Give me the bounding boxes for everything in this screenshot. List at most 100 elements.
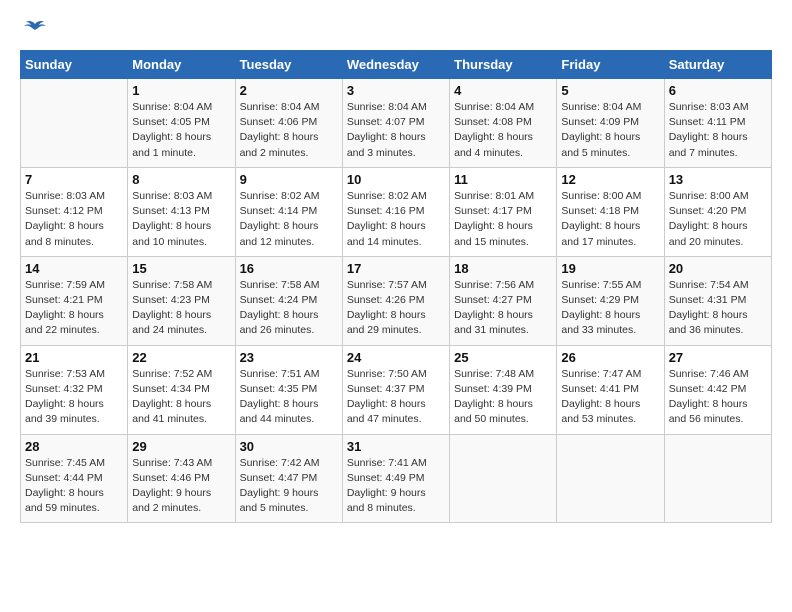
calendar-table: SundayMondayTuesdayWednesdayThursdayFrid… — [20, 50, 772, 523]
calendar-week-1: 1 Sunrise: 8:04 AM Sunset: 4:05 PM Daylig… — [21, 79, 772, 168]
day-number: 4 — [454, 83, 552, 98]
calendar-cell: 26Sunrise: 7:47 AM Sunset: 4:41 PM Dayli… — [557, 345, 664, 434]
calendar-cell: 8 Sunrise: 8:03 AM Sunset: 4:13 PM Daylig… — [128, 167, 235, 256]
day-info: Sunrise: 7:55 AM Sunset: 4:29 PM Dayligh… — [561, 278, 659, 339]
day-info: Sunrise: 7:43 AM Sunset: 4:46 PM Dayligh… — [132, 456, 230, 517]
day-info: Sunrise: 8:00 AM Sunset: 4:18 PM Dayligh… — [561, 189, 659, 250]
calendar-week-2: 7Sunrise: 8:03 AM Sunset: 4:12 PM Daylig… — [21, 167, 772, 256]
header-day-sunday: Sunday — [21, 51, 128, 79]
day-number: 9 — [240, 172, 338, 187]
day-number: 17 — [347, 261, 445, 276]
day-number: 16 — [240, 261, 338, 276]
day-info: Sunrise: 8:00 AM Sunset: 4:20 PM Dayligh… — [669, 189, 767, 250]
calendar-body: 1 Sunrise: 8:04 AM Sunset: 4:05 PM Daylig… — [21, 79, 772, 523]
calendar-cell: 18Sunrise: 7:56 AM Sunset: 4:27 PM Dayli… — [450, 256, 557, 345]
calendar-cell: 14 Sunrise: 7:59 AM Sunset: 4:21 PM Dayli… — [21, 256, 128, 345]
calendar-cell: 12Sunrise: 8:00 AM Sunset: 4:18 PM Dayli… — [557, 167, 664, 256]
day-info: Sunrise: 8:04 AM Sunset: 4:06 PM Dayligh… — [240, 100, 338, 161]
day-info: Sunrise: 7:50 AM Sunset: 4:37 PM Dayligh… — [347, 367, 445, 428]
day-info: Sunrise: 8:04 AM Sunset: 4:08 PM Dayligh… — [454, 100, 552, 161]
day-info: Sunrise: 7:57 AM Sunset: 4:26 PM Dayligh… — [347, 278, 445, 339]
calendar-cell: 27Sunrise: 7:46 AM Sunset: 4:42 PM Dayli… — [664, 345, 771, 434]
calendar-cell: 13 Sunrise: 8:00 AM Sunset: 4:20 PM Dayli… — [664, 167, 771, 256]
calendar-cell: 15 Sunrise: 7:58 AM Sunset: 4:23 PM Dayli… — [128, 256, 235, 345]
day-info: Sunrise: 7:51 AM Sunset: 4:35 PM Dayligh… — [240, 367, 338, 428]
calendar-cell: 6 Sunrise: 8:03 AM Sunset: 4:11 PM Daylig… — [664, 79, 771, 168]
calendar-cell: 30Sunrise: 7:42 AM Sunset: 4:47 PM Dayli… — [235, 434, 342, 523]
calendar-cell: 7Sunrise: 8:03 AM Sunset: 4:12 PM Daylig… — [21, 167, 128, 256]
day-info: Sunrise: 7:59 AM Sunset: 4:21 PM Dayligh… — [25, 278, 123, 339]
calendar-week-5: 28 Sunrise: 7:45 AM Sunset: 4:44 PM Dayli… — [21, 434, 772, 523]
day-info: Sunrise: 7:54 AM Sunset: 4:31 PM Dayligh… — [669, 278, 767, 339]
day-info: Sunrise: 8:01 AM Sunset: 4:17 PM Dayligh… — [454, 189, 552, 250]
day-number: 27 — [669, 350, 767, 365]
calendar-cell — [557, 434, 664, 523]
day-info: Sunrise: 8:04 AM Sunset: 4:09 PM Dayligh… — [561, 100, 659, 161]
calendar-cell: 17 Sunrise: 7:57 AM Sunset: 4:26 PM Dayli… — [342, 256, 449, 345]
day-info: Sunrise: 7:52 AM Sunset: 4:34 PM Dayligh… — [132, 367, 230, 428]
calendar-cell: 11 Sunrise: 8:01 AM Sunset: 4:17 PM Dayli… — [450, 167, 557, 256]
calendar-cell: 2 Sunrise: 8:04 AM Sunset: 4:06 PM Daylig… — [235, 79, 342, 168]
day-info: Sunrise: 8:04 AM Sunset: 4:05 PM Dayligh… — [132, 100, 230, 161]
header-row: SundayMondayTuesdayWednesdayThursdayFrid… — [21, 51, 772, 79]
day-info: Sunrise: 7:48 AM Sunset: 4:39 PM Dayligh… — [454, 367, 552, 428]
calendar-cell — [450, 434, 557, 523]
calendar-cell: 19Sunrise: 7:55 AM Sunset: 4:29 PM Dayli… — [557, 256, 664, 345]
day-number: 13 — [669, 172, 767, 187]
day-info: Sunrise: 7:41 AM Sunset: 4:49 PM Dayligh… — [347, 456, 445, 517]
day-number: 10 — [347, 172, 445, 187]
day-info: Sunrise: 7:53 AM Sunset: 4:32 PM Dayligh… — [25, 367, 123, 428]
day-info: Sunrise: 8:03 AM Sunset: 4:12 PM Dayligh… — [25, 189, 123, 250]
day-number: 6 — [669, 83, 767, 98]
calendar-cell: 9 Sunrise: 8:02 AM Sunset: 4:14 PM Daylig… — [235, 167, 342, 256]
calendar-cell: 20 Sunrise: 7:54 AM Sunset: 4:31 PM Dayli… — [664, 256, 771, 345]
page-header — [20, 20, 772, 34]
calendar-cell: 21 Sunrise: 7:53 AM Sunset: 4:32 PM Dayli… — [21, 345, 128, 434]
calendar-cell — [664, 434, 771, 523]
calendar-cell: 22Sunrise: 7:52 AM Sunset: 4:34 PM Dayli… — [128, 345, 235, 434]
header-day-saturday: Saturday — [664, 51, 771, 79]
calendar-cell: 16Sunrise: 7:58 AM Sunset: 4:24 PM Dayli… — [235, 256, 342, 345]
day-number: 25 — [454, 350, 552, 365]
day-number: 2 — [240, 83, 338, 98]
day-info: Sunrise: 8:03 AM Sunset: 4:11 PM Dayligh… — [669, 100, 767, 161]
calendar-cell: 4 Sunrise: 8:04 AM Sunset: 4:08 PM Daylig… — [450, 79, 557, 168]
logo — [20, 20, 46, 34]
calendar-cell: 5 Sunrise: 8:04 AM Sunset: 4:09 PM Daylig… — [557, 79, 664, 168]
day-info: Sunrise: 7:56 AM Sunset: 4:27 PM Dayligh… — [454, 278, 552, 339]
logo-bird-icon — [24, 20, 46, 38]
day-number: 15 — [132, 261, 230, 276]
header-day-friday: Friday — [557, 51, 664, 79]
calendar-cell: 28 Sunrise: 7:45 AM Sunset: 4:44 PM Dayli… — [21, 434, 128, 523]
day-number: 31 — [347, 439, 445, 454]
day-number: 1 — [132, 83, 230, 98]
header-day-monday: Monday — [128, 51, 235, 79]
day-info: Sunrise: 7:47 AM Sunset: 4:41 PM Dayligh… — [561, 367, 659, 428]
day-number: 29 — [132, 439, 230, 454]
day-info: Sunrise: 8:02 AM Sunset: 4:14 PM Dayligh… — [240, 189, 338, 250]
calendar-week-3: 14 Sunrise: 7:59 AM Sunset: 4:21 PM Dayli… — [21, 256, 772, 345]
header-day-thursday: Thursday — [450, 51, 557, 79]
day-info: Sunrise: 7:42 AM Sunset: 4:47 PM Dayligh… — [240, 456, 338, 517]
day-number: 3 — [347, 83, 445, 98]
day-number: 23 — [240, 350, 338, 365]
day-number: 5 — [561, 83, 659, 98]
logo-text — [20, 20, 46, 38]
day-info: Sunrise: 8:04 AM Sunset: 4:07 PM Dayligh… — [347, 100, 445, 161]
day-number: 24 — [347, 350, 445, 365]
calendar-cell: 24 Sunrise: 7:50 AM Sunset: 4:37 PM Dayli… — [342, 345, 449, 434]
calendar-cell — [21, 79, 128, 168]
day-info: Sunrise: 7:45 AM Sunset: 4:44 PM Dayligh… — [25, 456, 123, 517]
calendar-cell: 1 Sunrise: 8:04 AM Sunset: 4:05 PM Daylig… — [128, 79, 235, 168]
calendar-cell: 3 Sunrise: 8:04 AM Sunset: 4:07 PM Daylig… — [342, 79, 449, 168]
day-number: 11 — [454, 172, 552, 187]
calendar-cell: 23 Sunrise: 7:51 AM Sunset: 4:35 PM Dayli… — [235, 345, 342, 434]
day-number: 8 — [132, 172, 230, 187]
day-number: 20 — [669, 261, 767, 276]
day-number: 14 — [25, 261, 123, 276]
day-info: Sunrise: 8:03 AM Sunset: 4:13 PM Dayligh… — [132, 189, 230, 250]
day-number: 21 — [25, 350, 123, 365]
day-number: 28 — [25, 439, 123, 454]
calendar-cell: 25 Sunrise: 7:48 AM Sunset: 4:39 PM Dayli… — [450, 345, 557, 434]
day-info: Sunrise: 7:58 AM Sunset: 4:23 PM Dayligh… — [132, 278, 230, 339]
